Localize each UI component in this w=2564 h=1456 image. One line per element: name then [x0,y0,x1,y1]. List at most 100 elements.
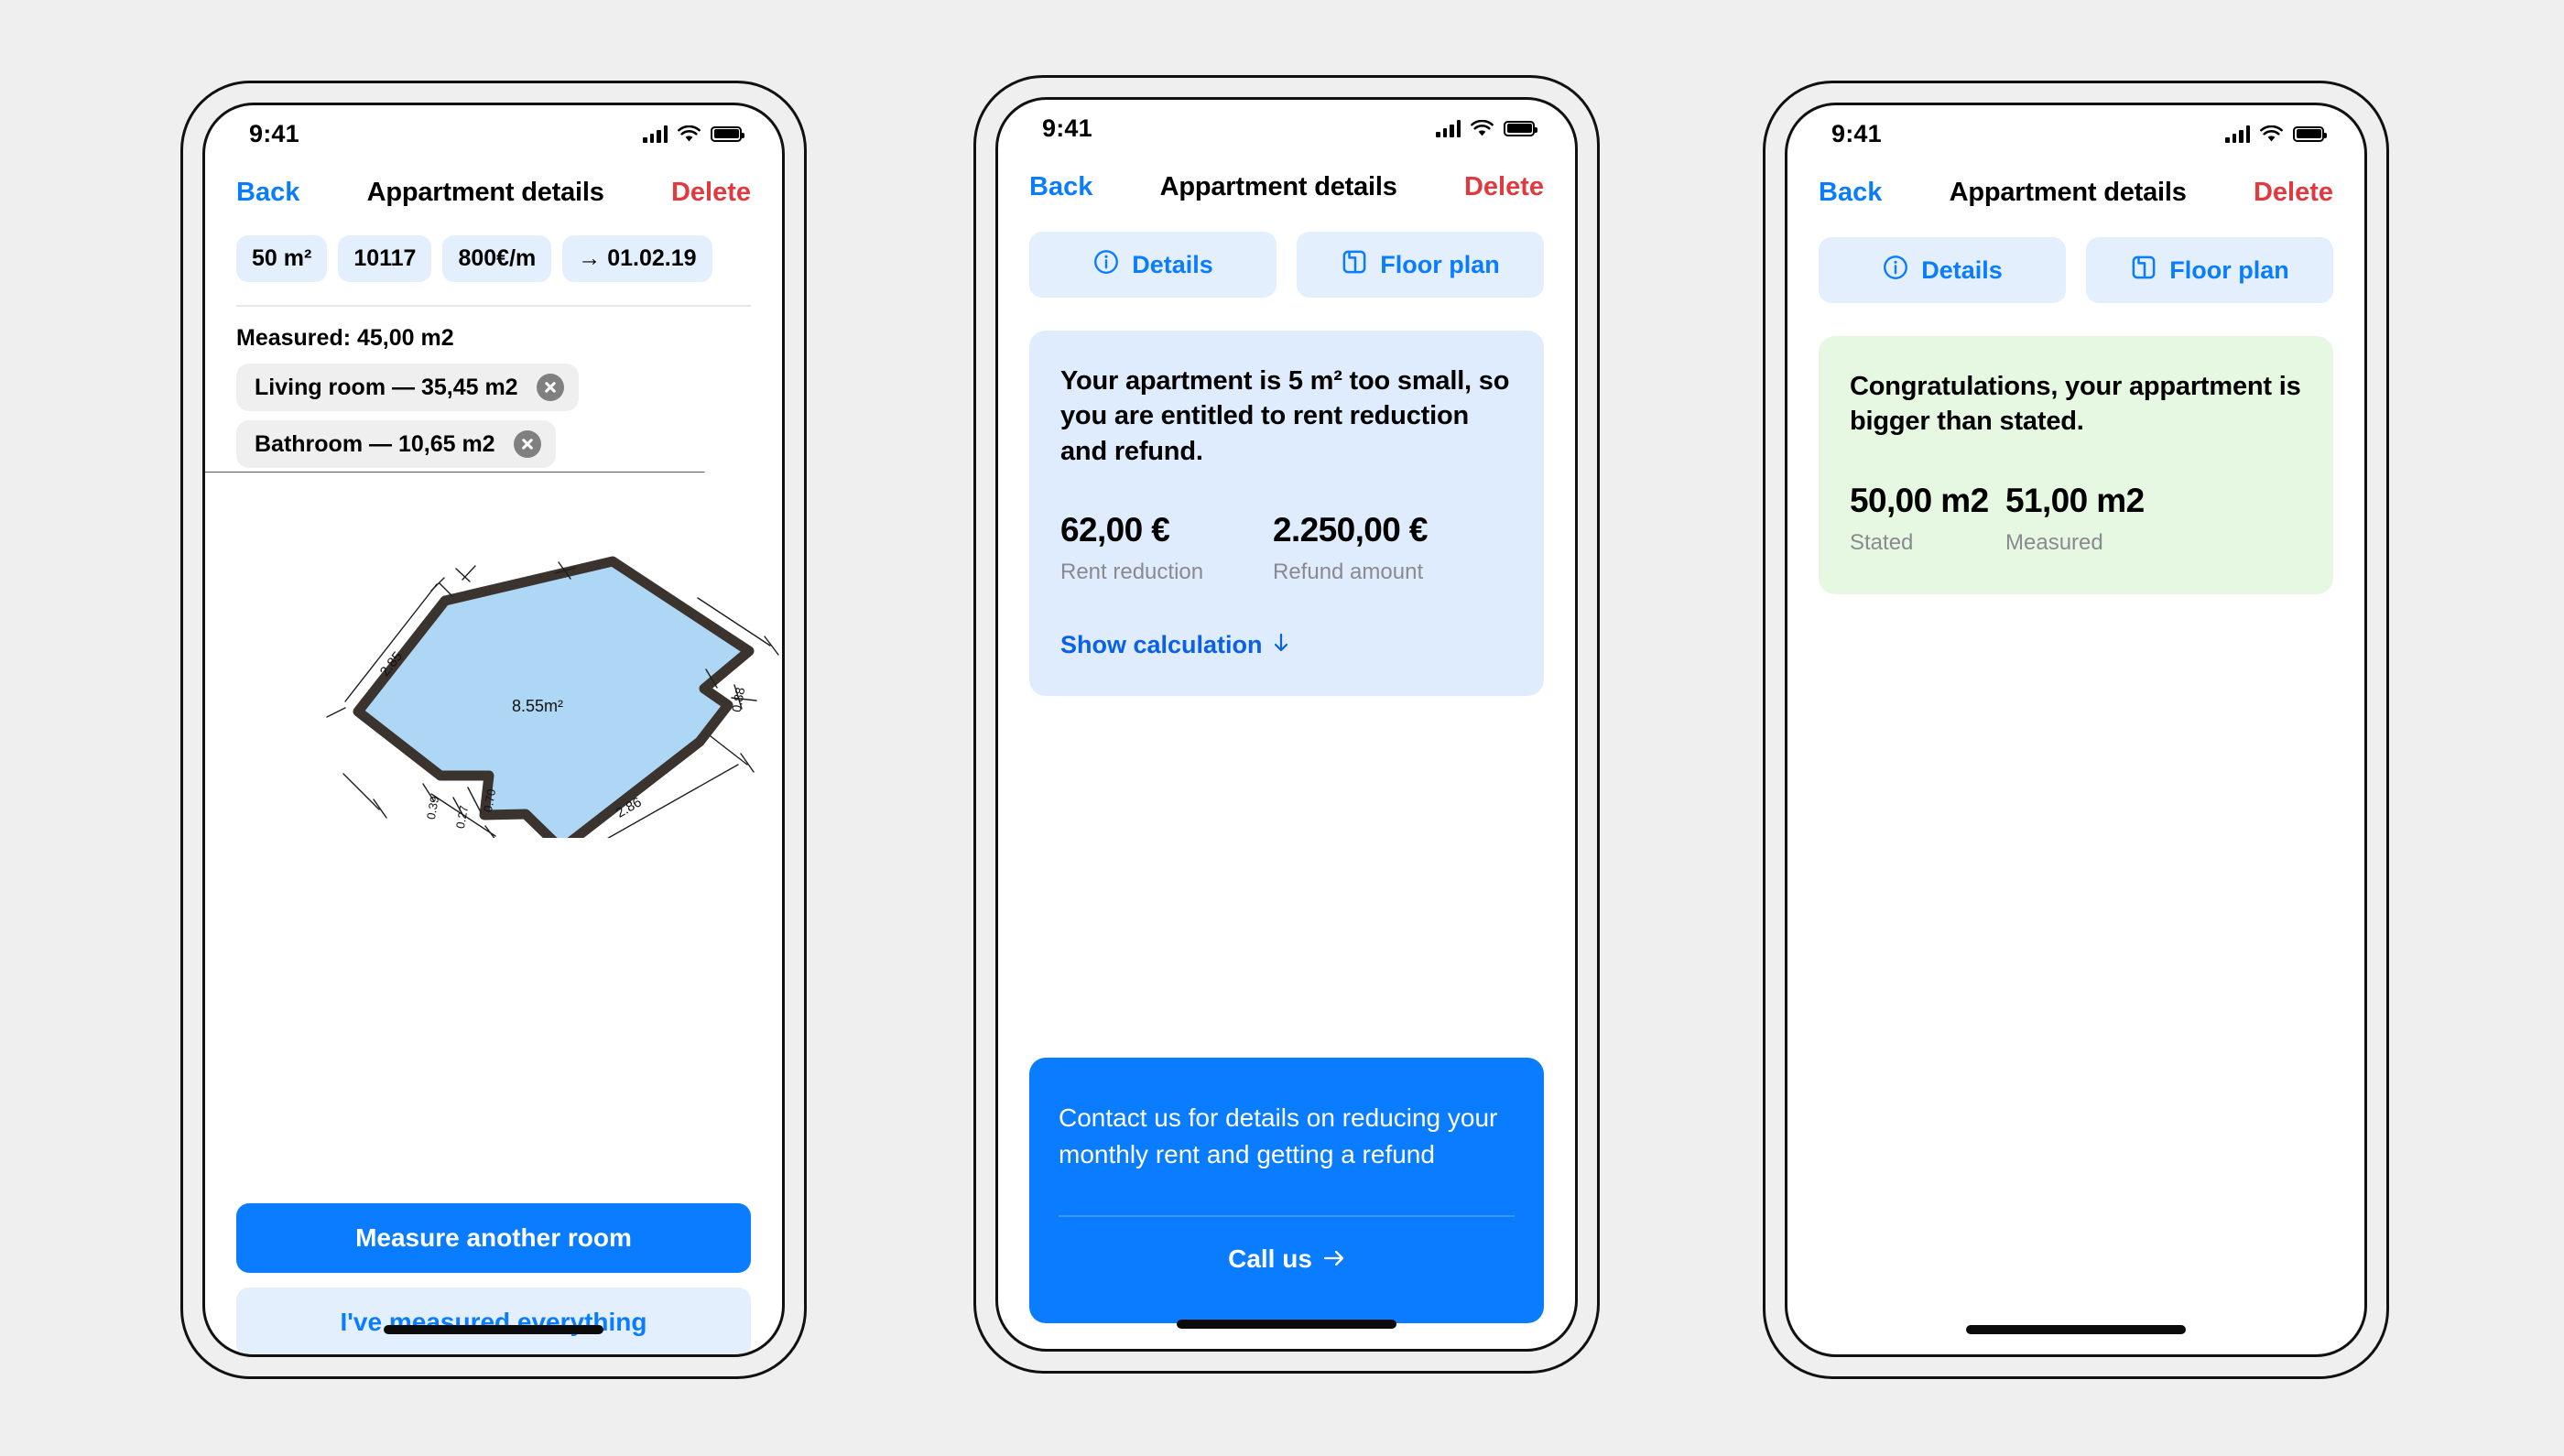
arrow-down-icon [1272,631,1290,659]
chip-postcode[interactable]: 10117 [338,235,432,282]
dimension-label: 0.88 [729,686,748,713]
call-us-label: Call us [1228,1244,1312,1273]
list-item[interactable]: Living room — 35,45 m2 [236,364,579,411]
floor-plan-icon [2130,254,2157,288]
phone-screen-1: 9:41 Back Appartment details Delete 50 m… [202,103,785,1357]
room-label: Bathroom — 10,65 m2 [255,430,495,457]
screen-content-3: 9:41 Back Appartment details Delete Deta… [1787,105,2364,1354]
chip-area[interactable]: 50 m² [236,235,328,282]
arrow-right-icon [1323,1244,1345,1274]
cellular-signal-icon [2225,125,2250,143]
status-bar: 9:41 [1787,105,2364,162]
screen-content-1: 9:41 Back Appartment details Delete 50 m… [205,105,782,1354]
rent-reduction-card: Your apartment is 5 m² too small, so you… [1029,331,1544,696]
wifi-icon [2260,125,2283,143]
delete-button[interactable]: Delete [1464,172,1544,202]
chip-date[interactable]: → 01.02.19 [562,235,712,282]
stat-value: 50,00 m2 [1850,481,1989,519]
info-circle-icon [1092,248,1120,282]
page-title: Appartment details [1949,177,2187,207]
room-label: Living room — 35,45 m2 [255,374,518,400]
status-icons [1436,119,1537,137]
status-time: 9:41 [1831,119,1882,147]
measured-everything-button[interactable]: I've measured everything [236,1288,751,1354]
status-time: 9:41 [1042,114,1092,142]
back-button[interactable]: Back [236,178,299,208]
screen-content-2: 9:41 Back Appartment details Delete Deta… [998,100,1575,1349]
measure-another-room-button[interactable]: Measure another room [236,1203,751,1273]
back-button[interactable]: Back [1819,178,1882,208]
congratulations-card: Congratulations, your appartment is bigg… [1819,336,2333,594]
wifi-icon [1471,119,1494,137]
close-circle-icon[interactable] [513,430,541,458]
stat-value: 2.250,00 € [1273,510,1428,549]
stat-label: Measured [2005,529,2103,555]
chip-rent[interactable]: 800€/m [442,235,552,282]
status-bar: 9:41 [998,100,1575,157]
tab-label: Floor plan [1380,250,1500,278]
card-stats: 50,00 m2 Stated 51,00 m2 Measured [1850,482,2302,556]
status-icons [2225,125,2327,143]
back-button[interactable]: Back [1029,172,1092,202]
floor-plan-icon [1341,248,1368,282]
measured-total-label: Measured: 45,00 m2 [236,325,454,351]
floor-plan-sketch: 2.85 2.86 0.88 0.39 0.27 0.70 8.55m² [205,471,782,869]
delete-button[interactable]: Delete [671,178,751,208]
stat-rent-reduction: 62,00 € Rent reduction [1060,511,1273,585]
dimension-label: 0.39 [424,795,441,820]
page-title: Appartment details [1159,171,1397,201]
stat-value: 51,00 m2 [2005,481,2145,519]
tab-floor-plan[interactable]: Floor plan [2086,237,2333,303]
view-tabs: Details Floor plan [1029,232,1544,298]
tab-details[interactable]: Details [1029,232,1277,298]
call-us-button[interactable]: Call us [1059,1217,1515,1301]
stat-label: Stated [1850,529,1914,555]
property-chips: 50 m² 10117 800€/m → 01.02.19 [236,235,764,282]
nav-bar: Back Appartment details Delete [998,162,1575,212]
view-tabs: Details Floor plan [1819,237,2333,303]
tab-label: Floor plan [2169,255,2289,284]
delete-button[interactable]: Delete [2254,178,2333,208]
battery-full-icon [711,125,744,142]
dimension-label: 0.27 [453,804,471,830]
cellular-signal-icon [1436,119,1461,137]
section-divider [236,305,751,307]
tab-label: Details [1921,255,2003,284]
phone-mockup-3: 9:41 Back Appartment details Delete Deta… [1763,81,2389,1379]
list-item[interactable]: Bathroom — 10,65 m2 [236,420,556,468]
stat-stated: 50,00 m2 Stated [1850,482,2005,556]
phone-mockup-2: 9:41 Back Appartment details Delete Deta… [973,75,1600,1374]
home-indicator[interactable] [384,1325,603,1334]
stat-label: Refund amount [1273,559,1424,584]
phone-screen-2: 9:41 Back Appartment details Delete Deta… [995,97,1578,1352]
show-calculation-link[interactable]: Show calculation [1060,631,1290,659]
floor-plan-area-label: 8.55m² [512,697,563,715]
show-calculation-label: Show calculation [1060,630,1263,658]
contact-text: Contact us for details on reducing your … [1059,1103,1498,1168]
tab-details[interactable]: Details [1819,237,2066,303]
card-headline: Your apartment is 5 m² too small, so you… [1060,366,1510,466]
status-icons [643,125,744,143]
stat-label: Rent reduction [1060,559,1204,584]
page-title: Appartment details [366,177,604,207]
phone-screen-3: 9:41 Back Appartment details Delete Deta… [1785,103,2367,1357]
info-circle-icon [1882,254,1909,288]
close-circle-icon[interactable] [536,374,564,401]
battery-full-icon [2293,125,2327,142]
card-headline: Congratulations, your appartment is bigg… [1850,372,2301,437]
wifi-icon [678,125,701,143]
nav-bar: Back Appartment details Delete [1787,168,2364,217]
status-time: 9:41 [249,119,299,147]
battery-full-icon [1504,120,1537,136]
cellular-signal-icon [643,125,668,143]
contact-us-card: Contact us for details on reducing your … [1029,1058,1544,1323]
home-indicator[interactable] [1177,1320,1396,1329]
tab-floor-plan[interactable]: Floor plan [1297,232,1544,298]
screenshot-canvas: 9:41 Back Appartment details Delete 50 m… [0,0,2564,1456]
home-indicator[interactable] [1966,1325,2186,1334]
stat-refund-amount: 2.250,00 € Refund amount [1273,511,1428,585]
stat-value: 62,00 € [1060,510,1170,549]
card-stats: 62,00 € Rent reduction 2.250,00 € Refund… [1060,511,1513,585]
tab-label: Details [1132,250,1213,278]
phone-mockup-1: 9:41 Back Appartment details Delete 50 m… [180,81,807,1379]
